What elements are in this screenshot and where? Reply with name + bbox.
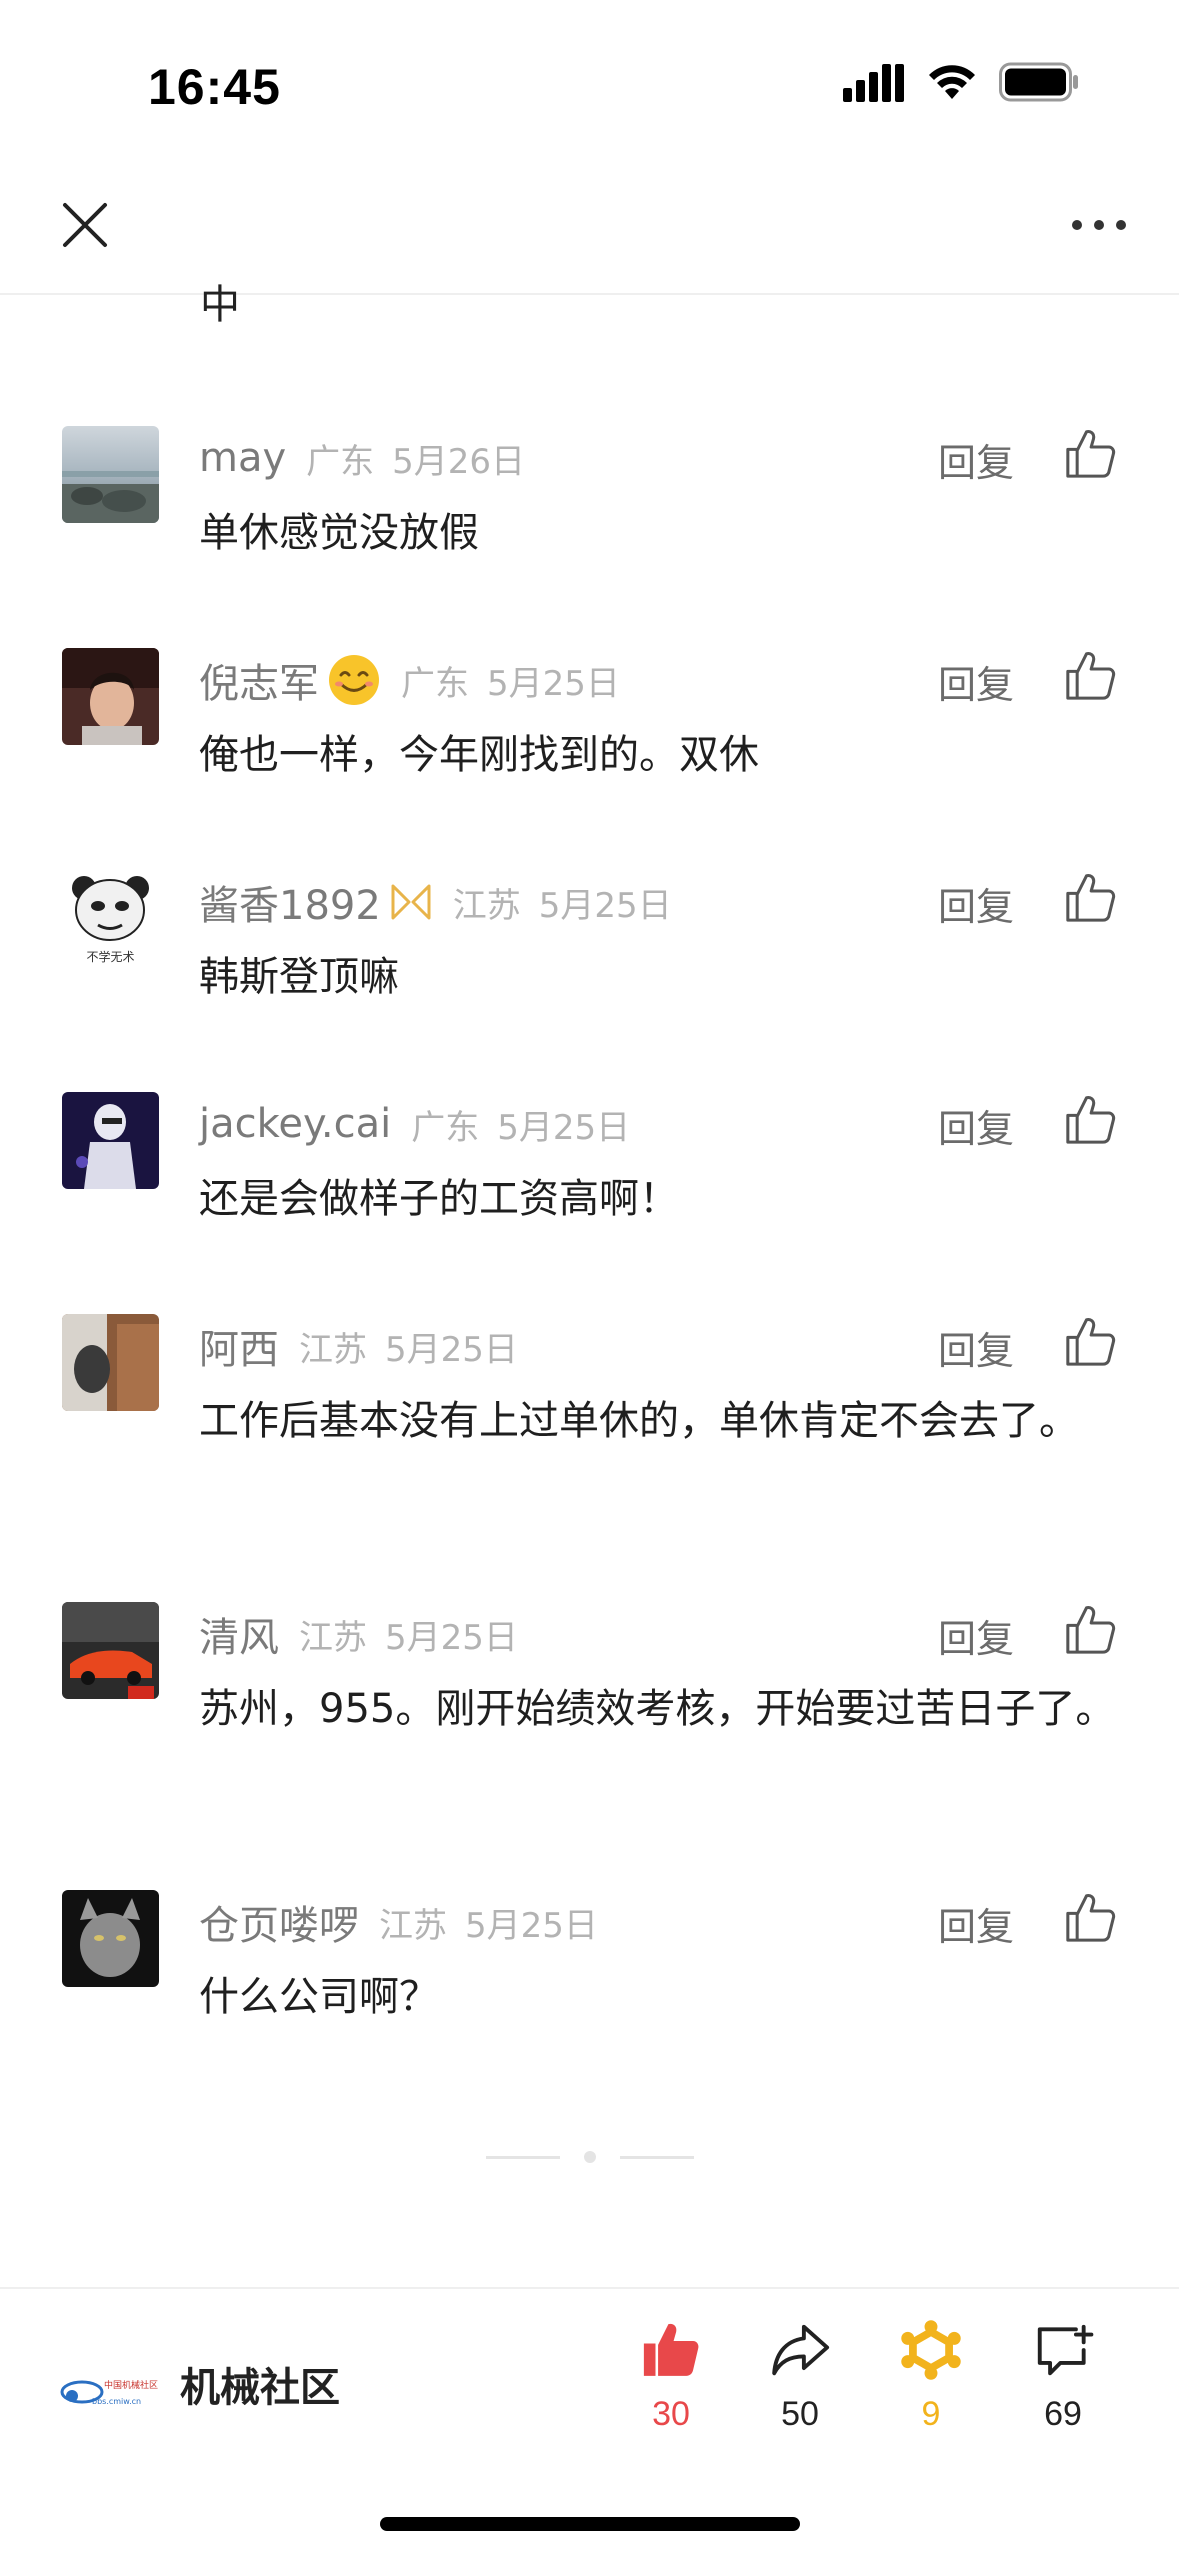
like-icon: [643, 2323, 699, 2376]
page-indicator: [486, 2150, 694, 2164]
comment-date: 5月25日: [487, 663, 620, 704]
like-icon[interactable]: [1062, 1314, 1118, 1370]
like-icon[interactable]: [1062, 1602, 1118, 1658]
avatar[interactable]: [62, 426, 159, 523]
comment-date: 5月25日: [538, 885, 672, 926]
like-icon[interactable]: [1062, 1890, 1118, 1946]
smiley-emoji-icon: [327, 653, 381, 707]
comment-text: 苏州，955。刚开始绩效考核，开始要过苦日子了。: [199, 1686, 1116, 1732]
comment-author[interactable]: jackey.cai: [199, 1101, 391, 1147]
wifi-icon: [929, 65, 975, 99]
bottom-action-bar: 中国机械社区 bbs.cmiw.cn 机械社区 30 50 9 69: [0, 2287, 1179, 2556]
comment-author[interactable]: 清风: [199, 1605, 279, 1663]
reply-button[interactable]: 回复: [938, 876, 1014, 931]
like-button[interactable]: 30: [616, 2319, 726, 2449]
nav-bar: [0, 170, 1179, 295]
comment-location: 江苏: [299, 1617, 367, 1658]
comment-text: 什么公司啊？: [199, 1974, 439, 2020]
reply-button[interactable]: 回复: [938, 1320, 1014, 1375]
share-icon: [772, 2324, 830, 2376]
like-icon[interactable]: [1062, 1092, 1118, 1148]
share-button[interactable]: 50: [745, 2319, 855, 2449]
comment-meta: may 广东 5月26日: [199, 428, 525, 488]
comment-author[interactable]: 阿西: [199, 1317, 279, 1375]
collect-button[interactable]: 9: [876, 2319, 986, 2449]
comment-meta: 清风 江苏 5月25日: [199, 1604, 518, 1664]
comment-meta: jackey.cai 广东 5月25日: [199, 1094, 630, 1154]
comment-meta: 酱香1892 江苏 5月25日: [199, 872, 672, 932]
reply-button[interactable]: 回复: [938, 1608, 1014, 1663]
battery-icon: [999, 62, 1078, 102]
close-button[interactable]: [50, 190, 120, 260]
avatar-caption: 不学无术: [86, 950, 135, 964]
comment-author[interactable]: 仓页喽啰: [199, 1893, 359, 1951]
comment-date: 5月26日: [392, 441, 526, 482]
comment-location: 江苏: [379, 1905, 447, 1946]
comment-count: 69: [1044, 2395, 1082, 2433]
comment-location: 江苏: [299, 1329, 367, 1370]
avatar[interactable]: [62, 1092, 159, 1189]
avatar[interactable]: [62, 1314, 159, 1411]
avatar[interactable]: [62, 648, 159, 745]
comment-text: 韩斯登顶嘛: [199, 954, 399, 1000]
comment-location: 广东: [306, 441, 375, 482]
comment-author[interactable]: may: [199, 435, 286, 481]
comment-location: 广东: [401, 663, 469, 704]
reply-button[interactable]: 回复: [938, 1098, 1014, 1153]
more-icon: [1072, 220, 1126, 230]
comment-meta: 倪志军 广东 5月25日: [199, 650, 620, 710]
like-icon[interactable]: [1062, 870, 1118, 926]
comment-text: 单休感觉没放假: [199, 510, 479, 556]
like-count: 30: [652, 2395, 690, 2433]
signal-icon: [843, 64, 904, 102]
status-icons: [843, 62, 1079, 102]
comment-date: 5月25日: [465, 1905, 598, 1946]
comment-date: 5月25日: [497, 1107, 631, 1148]
logo-text: 中国机械社区: [104, 2379, 158, 2391]
home-indicator[interactable]: [380, 2517, 800, 2531]
like-icon[interactable]: [1062, 426, 1118, 482]
comment-button[interactable]: 69: [1008, 2319, 1118, 2449]
collect-count: 9: [921, 2395, 941, 2433]
reply-button[interactable]: 回复: [938, 432, 1014, 487]
comment-date: 5月25日: [385, 1329, 518, 1370]
comment-location: 江苏: [452, 885, 521, 926]
comment-meta: 仓页喽啰 江苏 5月25日: [199, 1892, 598, 1952]
partial-comment-text: 中: [200, 282, 240, 328]
comment-author[interactable]: 酱香1892: [199, 873, 381, 931]
comment-text: 工作后基本没有上过单休的，单休肯定不会去了。: [199, 1398, 1079, 1444]
brand-logo[interactable]: 中国机械社区 bbs.cmiw.cn: [58, 2362, 158, 2416]
like-icon[interactable]: [1062, 648, 1118, 704]
avatar[interactable]: 不学无术: [62, 870, 159, 967]
comment-location: 广东: [411, 1107, 480, 1148]
status-bar: 16:45: [0, 0, 1179, 170]
status-time: 16:45: [148, 59, 281, 115]
share-count: 50: [781, 2395, 819, 2433]
comment-meta: 阿西 江苏 5月25日: [199, 1316, 518, 1376]
more-button[interactable]: [1059, 190, 1139, 260]
avatar[interactable]: [62, 1602, 159, 1699]
reply-button[interactable]: 回复: [938, 654, 1014, 709]
comment-add-icon: [1037, 2324, 1094, 2376]
comment-text: 俺也一样，今年刚找到的。双休: [199, 732, 759, 778]
comment-author[interactable]: 倪志军: [199, 651, 319, 709]
brand-name[interactable]: 机械社区: [180, 2355, 340, 2413]
collect-icon: [901, 2320, 961, 2380]
logo-url-text: bbs.cmiw.cn: [92, 2397, 141, 2406]
close-icon: [63, 203, 107, 247]
comment-date: 5月25日: [385, 1617, 518, 1658]
avatar[interactable]: [62, 1890, 159, 1987]
comment-text: 还是会做样子的工资高啊！: [199, 1176, 679, 1222]
reply-button[interactable]: 回复: [938, 1896, 1014, 1951]
ribbon-badge-icon: [389, 882, 433, 922]
